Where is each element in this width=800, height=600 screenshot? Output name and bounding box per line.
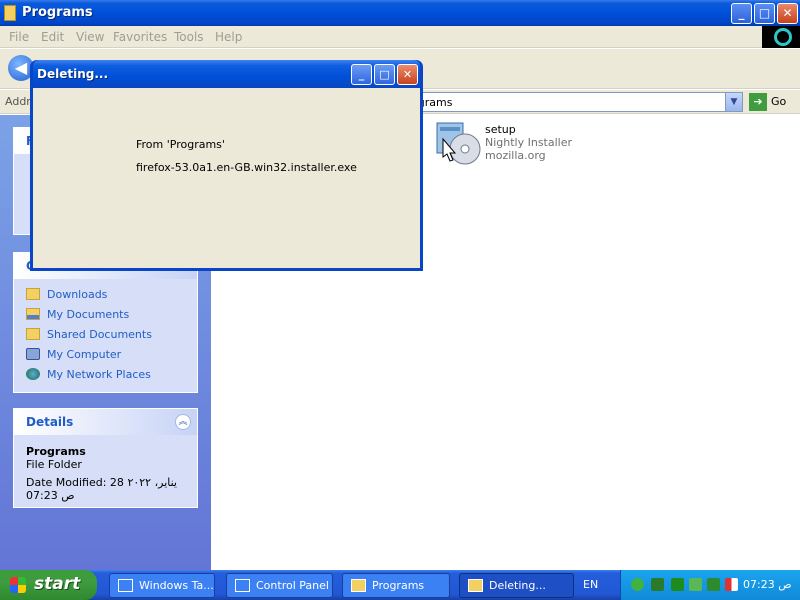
start-button[interactable]: start	[0, 570, 97, 600]
link-label: My Computer	[47, 348, 122, 361]
computer-icon	[26, 348, 40, 360]
link-label: My Documents	[47, 308, 130, 321]
network-icon	[26, 368, 40, 380]
title-bar[interactable]: Programs _ □ ✕	[0, 0, 800, 26]
recycle-tray-icon[interactable]	[689, 578, 702, 591]
language-indicator[interactable]: EN	[583, 578, 598, 591]
go-button[interactable]: Go	[771, 95, 786, 108]
dialog-minimize-button[interactable]: _	[351, 64, 372, 85]
other-places-box: O Downloads My Documents Shared Document…	[13, 252, 198, 393]
dialog-body: From 'Programs' firefox-53.0a1.en-GB.win…	[33, 88, 420, 268]
details-body: Programs File Folder Date Modified: 28 ي…	[26, 445, 177, 502]
windows-flag-icon	[10, 577, 26, 593]
folder-icon	[26, 328, 40, 340]
details-name: Programs	[26, 445, 86, 458]
details-modified: Date Modified: 28 يناير، ٢٠٢٢	[26, 476, 177, 489]
task-programs[interactable]: Programs	[342, 573, 450, 598]
file-item-setup[interactable]: setup Nightly Installer mozilla.org	[435, 119, 595, 171]
menu-help[interactable]: Help	[215, 30, 242, 44]
menu-favorites[interactable]: Favorites	[113, 30, 167, 44]
task-label: Control Panel	[256, 579, 329, 592]
task-label: Programs	[372, 579, 425, 592]
control-panel-icon	[235, 579, 250, 592]
task-label: Windows Ta...	[139, 579, 214, 592]
task-deleting[interactable]: Deleting...	[459, 573, 574, 598]
menu-tools[interactable]: Tools	[174, 30, 204, 44]
menu-bar: File Edit View Favorites Tools Help	[0, 26, 800, 48]
link-label: Shared Documents	[47, 328, 152, 341]
chevron-down-icon[interactable]: ▼	[725, 93, 742, 111]
folder-icon	[468, 579, 483, 592]
minimize-button[interactable]: _	[731, 3, 752, 24]
utorrent-icon[interactable]	[631, 578, 644, 591]
security-tray-icon[interactable]	[707, 578, 720, 591]
menu-view[interactable]: View	[76, 30, 104, 44]
link-label: My Network Places	[47, 368, 151, 381]
address-label: Addr	[5, 95, 31, 108]
close-button[interactable]: ✕	[777, 3, 798, 24]
collapse-icon[interactable]: ︽	[175, 414, 191, 430]
task-windows-task-manager[interactable]: Windows Ta...	[109, 573, 215, 598]
go-arrow-icon[interactable]: ➔	[749, 93, 767, 111]
dialog-close-button[interactable]: ✕	[397, 64, 418, 85]
link-my-network-places[interactable]: My Network Places	[26, 368, 151, 384]
details-modified-time: 07:23 ص	[26, 489, 75, 502]
task-control-panel[interactable]: Control Panel	[226, 573, 333, 598]
windows-logo-icon	[762, 26, 800, 48]
network-tray-icon[interactable]	[651, 578, 664, 591]
folder-icon	[351, 579, 366, 592]
app-tray-icon[interactable]	[671, 578, 684, 591]
dialog-file-name: firefox-53.0a1.en-GB.win32.installer.exe	[136, 161, 357, 174]
deleting-dialog: Deleting... _ □ ✕ From 'Programs' firefo…	[30, 60, 423, 271]
link-label: Downloads	[47, 288, 108, 301]
folder-icon	[4, 5, 16, 21]
menu-file[interactable]: File	[9, 30, 29, 44]
link-my-computer[interactable]: My Computer	[26, 348, 121, 364]
window-title: Programs	[22, 5, 93, 20]
file-name: setup	[485, 123, 516, 136]
clock[interactable]: 07:23 ص	[743, 578, 792, 591]
link-shared-documents[interactable]: Shared Documents	[26, 328, 152, 344]
file-description: Nightly Installer	[485, 136, 573, 149]
maximize-button[interactable]: □	[754, 3, 775, 24]
details-box: Details ︽ Programs File Folder Date Modi…	[13, 408, 198, 508]
link-my-documents[interactable]: My Documents	[26, 308, 129, 324]
setup-text: setup Nightly Installer mozilla.org	[485, 123, 572, 162]
task-manager-icon	[118, 579, 133, 592]
file-company: mozilla.org	[485, 149, 546, 162]
shield-icon[interactable]	[725, 578, 738, 591]
dialog-title: Deleting...	[37, 67, 109, 81]
taskbar: start Windows Ta... Control Panel Progra…	[0, 570, 800, 600]
folder-icon	[26, 288, 40, 300]
task-label: Deleting...	[489, 579, 546, 592]
details-header[interactable]: Details	[14, 409, 197, 435]
dialog-title-bar[interactable]: Deleting... _ □ ✕	[33, 60, 420, 88]
my-documents-icon	[26, 308, 40, 320]
dialog-source-text: From 'Programs'	[136, 138, 225, 151]
start-label: start	[34, 574, 81, 594]
system-tray: 07:23 ص	[620, 570, 800, 600]
menu-edit[interactable]: Edit	[41, 30, 64, 44]
throbber-ring-icon	[774, 28, 792, 46]
details-type: File Folder	[26, 458, 82, 471]
installer-icon	[436, 122, 481, 165]
link-downloads[interactable]: Downloads	[26, 288, 107, 304]
dialog-maximize-button[interactable]: □	[374, 64, 395, 85]
